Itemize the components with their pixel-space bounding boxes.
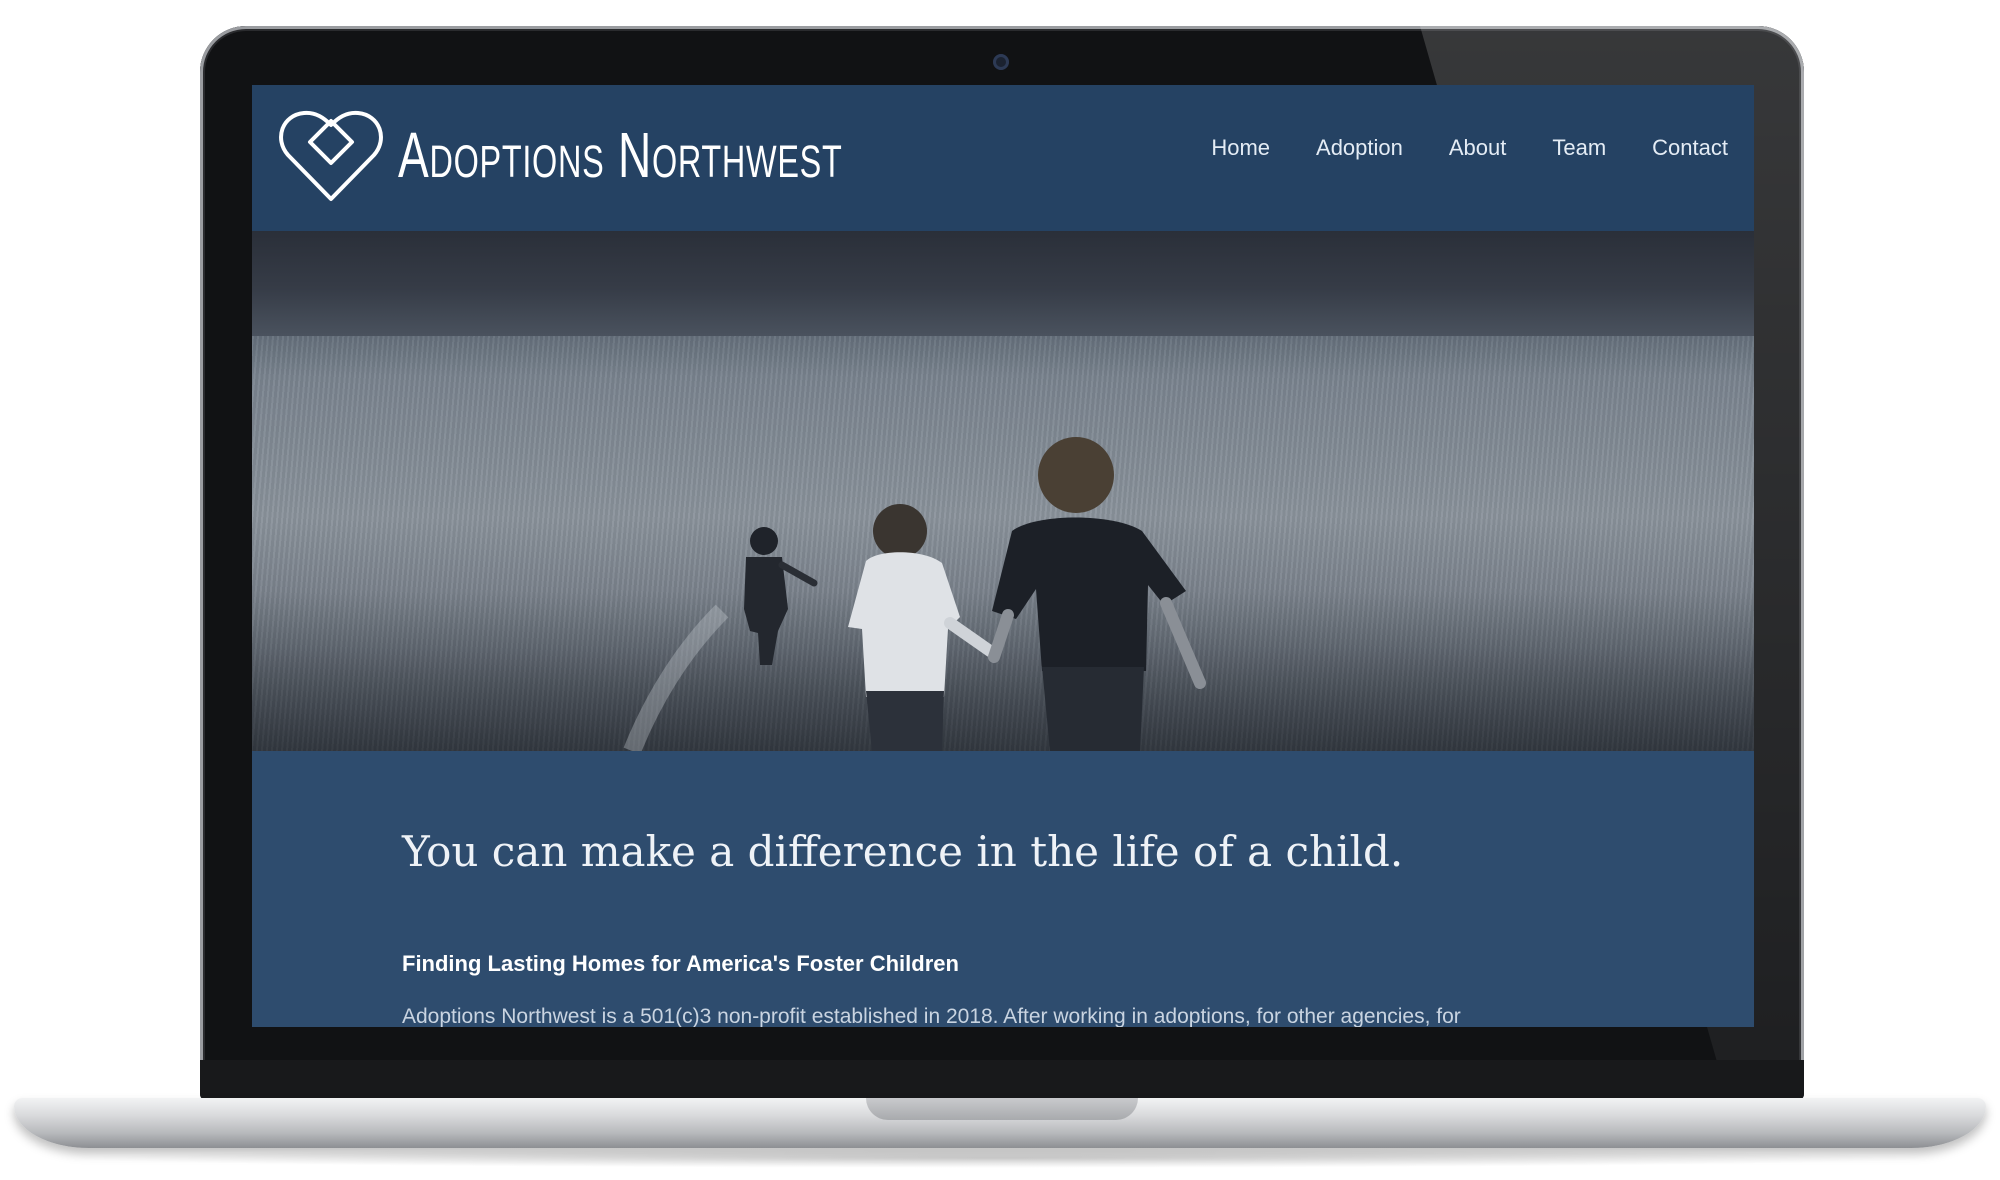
laptop-screen: Adoptions Northwest Home Adoption About … — [252, 85, 1754, 1027]
laptop-lid-notch — [866, 1098, 1138, 1120]
laptop-bottom-bezel — [200, 1060, 1804, 1100]
nav-team[interactable]: Team — [1552, 135, 1606, 161]
nav-contact[interactable]: Contact — [1652, 135, 1728, 161]
nav-about[interactable]: About — [1449, 135, 1507, 161]
hero-headline: You can make a difference in the life of… — [402, 827, 1404, 876]
main-nav: Home Adoption About Team Contact — [1211, 135, 1728, 161]
site-header: Adoptions Northwest Home Adoption About … — [252, 85, 1754, 231]
nav-home[interactable]: Home — [1211, 135, 1270, 161]
children-running-illustration — [623, 437, 1206, 751]
hero-image — [252, 231, 1754, 751]
intro-section: You can make a difference in the life of… — [252, 751, 1754, 1027]
nav-adoption[interactable]: Adoption — [1316, 135, 1403, 161]
section-subheading: Finding Lasting Homes for America's Fost… — [402, 951, 959, 976]
webcam-icon — [993, 54, 1009, 70]
heart-diamond-logo-icon[interactable] — [278, 107, 384, 203]
laptop-shadow — [60, 1148, 1940, 1168]
site-logo-text[interactable]: Adoptions Northwest — [398, 115, 843, 195]
intro-paragraph: Adoptions Northwest is a 501(c)3 non-pro… — [402, 1005, 1461, 1027]
